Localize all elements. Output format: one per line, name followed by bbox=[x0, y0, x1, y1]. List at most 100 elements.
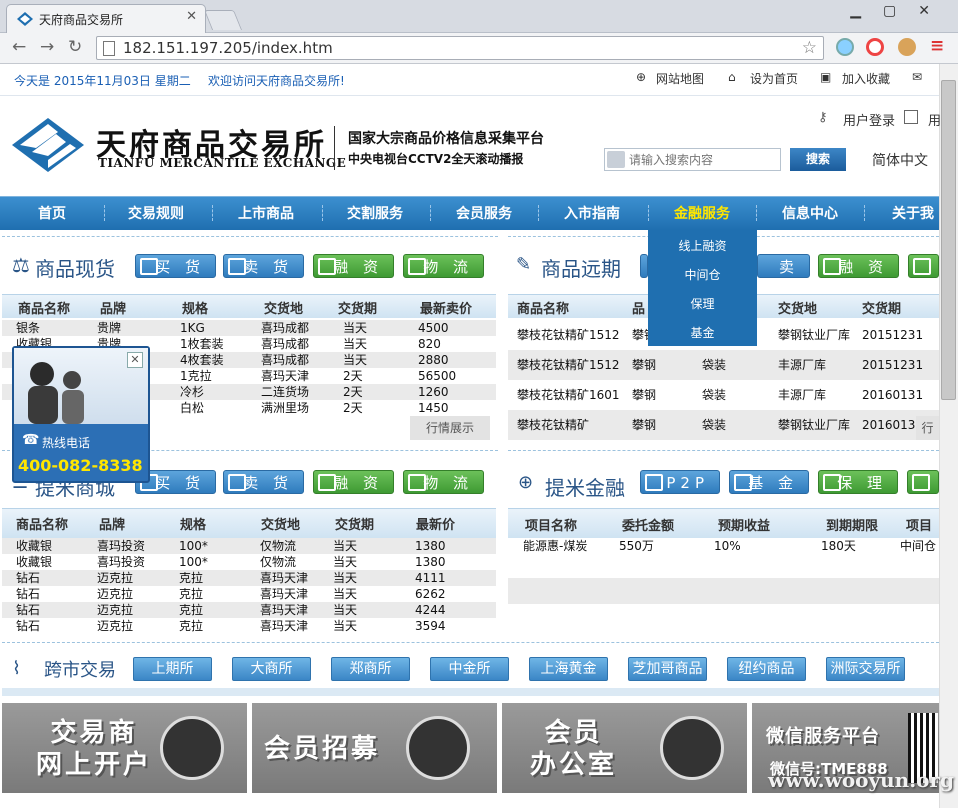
table-cell: 能源惠-煤炭 bbox=[523, 539, 588, 553]
col-header: 品牌 bbox=[99, 518, 126, 533]
nav-item-about[interactable]: 关于我 bbox=[892, 203, 934, 223]
factoring-button[interactable]: 保 理 bbox=[818, 470, 898, 494]
table-cell: 攀枝花钛精矿1512 bbox=[517, 358, 620, 372]
table-row[interactable]: 能源惠-煤炭 550万 10% 180天 中间仓 bbox=[508, 538, 939, 554]
nav-item-finance[interactable]: 金融服务 bbox=[674, 203, 730, 223]
sitemap-link[interactable]: 网站地图 bbox=[656, 70, 704, 87]
search-input[interactable] bbox=[629, 151, 777, 168]
mall-sell-button[interactable]: 卖 货 bbox=[223, 470, 304, 494]
forward-more-button[interactable]: 行 bbox=[916, 416, 939, 440]
nav-divider bbox=[756, 205, 757, 221]
register-link-partial[interactable]: 用 bbox=[928, 110, 941, 129]
table-row[interactable]: 攀枝花钛精矿 攀钢 袋装 攀钢钛业厂库 20160131 bbox=[508, 410, 939, 440]
member-office-banner[interactable]: 会员 办公室 bbox=[502, 703, 747, 793]
spot-buy-button[interactable]: 买 货 bbox=[135, 254, 216, 278]
fund-button[interactable]: 基 金 bbox=[729, 470, 809, 494]
search-button[interactable]: 搜索 bbox=[790, 148, 846, 171]
forward-arrow-icon[interactable]: → bbox=[40, 37, 54, 57]
cross-title: 跨市交易 bbox=[44, 660, 116, 681]
tab-close-icon[interactable]: ✕ bbox=[186, 9, 197, 24]
forward-sell-button[interactable]: 卖 货 bbox=[757, 254, 810, 300]
table-cell: 2天 bbox=[343, 401, 363, 415]
table-cell: 1380 bbox=[415, 555, 446, 569]
user-login-link[interactable]: 用户登录 bbox=[843, 110, 895, 129]
reload-icon[interactable]: ↻ bbox=[68, 37, 82, 57]
back-arrow-icon[interactable]: ← bbox=[12, 37, 26, 57]
nav-divider bbox=[430, 205, 431, 221]
bookmark-star-icon[interactable]: ☆ bbox=[802, 38, 817, 58]
market-button[interactable]: 芝加哥商品 bbox=[628, 657, 707, 681]
market-button[interactable]: 纽约商品 bbox=[727, 657, 806, 681]
mall-finance-button[interactable]: 融 资 bbox=[313, 470, 394, 494]
table-row[interactable]: 钻石 迈克拉 克拉 喜玛天津 当天 6262 bbox=[2, 586, 496, 602]
browser-tab[interactable]: 天府商品交易所 ✕ bbox=[6, 4, 206, 33]
key-icon: ⚷ bbox=[818, 110, 828, 125]
table-cell: 当天 bbox=[333, 603, 358, 617]
market-button[interactable]: 大商所 bbox=[232, 657, 311, 681]
table-row[interactable]: 钻石 迈克拉 克拉 喜玛天津 当天 4111 bbox=[2, 570, 496, 586]
table-row[interactable]: 银条 贵牌 1KG 喜玛成都 当天 4500 bbox=[2, 320, 496, 336]
extension-icon[interactable] bbox=[866, 38, 884, 56]
market-button[interactable]: 洲际交易所 bbox=[826, 657, 905, 681]
nav-item-info[interactable]: 信息中心 bbox=[782, 203, 838, 223]
table-row[interactable]: 钻石 迈克拉 克拉 喜玛天津 当天 4244 bbox=[2, 602, 496, 618]
dropdown-item-warehouse[interactable]: 中间仓 bbox=[648, 266, 757, 283]
dropdown-item-factoring[interactable]: 保理 bbox=[648, 295, 757, 312]
dropdown-item-fund[interactable]: 基金 bbox=[648, 324, 757, 341]
forward-buy-button[interactable] bbox=[640, 254, 648, 278]
market-button[interactable]: 上海黄金 bbox=[529, 657, 608, 681]
cookie-extension-icon[interactable] bbox=[898, 38, 916, 56]
set-homepage-link[interactable]: 设为首页 bbox=[750, 70, 798, 87]
spot-finance-button[interactable]: 融 资 bbox=[313, 254, 394, 278]
forward-finance-button[interactable]: 融 资 bbox=[818, 254, 899, 278]
address-bar[interactable]: 182.151.197.205/index.htm ☆ bbox=[96, 36, 824, 60]
clipboard-icon bbox=[660, 716, 724, 780]
shield-icon bbox=[823, 474, 841, 491]
nav-item-member[interactable]: 会员服务 bbox=[456, 203, 512, 223]
nav-item-products[interactable]: 上市商品 bbox=[238, 203, 294, 223]
table-row[interactable]: 收藏银 喜玛投资 100* 仅物流 当天 1380 bbox=[2, 554, 496, 570]
nav-item-rules[interactable]: 交易规则 bbox=[128, 203, 184, 223]
table-cell: 迈克拉 bbox=[97, 571, 134, 585]
table-row[interactable]: 攀枝花钛精矿1601 攀钢 袋装 丰源厂库 20160131 bbox=[508, 380, 939, 410]
nav-item-home[interactable]: 首页 bbox=[38, 203, 66, 223]
spot-logistics-button[interactable]: 物 流 bbox=[403, 254, 484, 278]
banner-text: 会员招募 bbox=[264, 734, 381, 764]
register-icon[interactable] bbox=[904, 110, 918, 124]
spot-more-button[interactable]: 行情展示 bbox=[410, 416, 490, 440]
banner-text: 会员 办公室 bbox=[530, 718, 618, 780]
home-button[interactable] bbox=[907, 470, 939, 494]
table-row[interactable]: 钻石 迈克拉 克拉 喜玛天津 当天 3594 bbox=[2, 618, 496, 634]
table-row[interactable]: 攀枝花钛精矿1512 攀钢 袋装 丰源厂库 20151231 bbox=[508, 350, 939, 380]
dropdown-item-online-finance[interactable]: 线上融资 bbox=[648, 237, 757, 254]
col-header: 品 bbox=[632, 302, 646, 317]
add-favorite-link[interactable]: 加入收藏 bbox=[842, 70, 890, 87]
table-cell: 丰源厂库 bbox=[778, 358, 827, 372]
open-account-banner[interactable]: 交易商 网上开户 bbox=[2, 703, 247, 793]
language-selector[interactable]: 简体中文 bbox=[872, 150, 928, 170]
nav-item-delivery[interactable]: 交割服务 bbox=[347, 203, 403, 223]
scrollbar-thumb[interactable] bbox=[941, 80, 956, 400]
member-recruit-banner[interactable]: 会员招募 bbox=[252, 703, 497, 793]
market-button[interactable]: 郑商所 bbox=[331, 657, 410, 681]
window-controls[interactable]: ▁▢✕ bbox=[850, 3, 952, 19]
col-header: 到期期限 bbox=[826, 519, 879, 534]
extension-icon[interactable] bbox=[836, 38, 854, 56]
spot-sell-button[interactable]: 卖 货 bbox=[223, 254, 304, 278]
p2p-button[interactable]: P2P bbox=[640, 470, 720, 494]
table-cell: 攀枝花钛精矿1512 bbox=[517, 328, 620, 342]
money-bag-icon bbox=[823, 258, 841, 275]
chart-line-icon: ⌇ bbox=[12, 658, 21, 679]
logo-divider bbox=[334, 126, 335, 170]
sell-icon bbox=[228, 474, 246, 491]
table-cell: 收藏银 bbox=[16, 539, 53, 553]
market-button[interactable]: 中金所 bbox=[430, 657, 509, 681]
menu-icon[interactable]: ≡ bbox=[930, 36, 944, 56]
market-button[interactable]: 上期所 bbox=[133, 657, 212, 681]
table-cell: 喜玛投资 bbox=[97, 555, 146, 569]
table-row[interactable]: 收藏银 喜玛投资 100* 仅物流 当天 1380 bbox=[2, 538, 496, 554]
popup-close-icon[interactable]: ✕ bbox=[127, 352, 143, 368]
nav-item-guide[interactable]: 入市指南 bbox=[564, 203, 620, 223]
forward-logistics-button[interactable] bbox=[908, 254, 939, 278]
mall-logistics-button[interactable]: 物 流 bbox=[403, 470, 484, 494]
